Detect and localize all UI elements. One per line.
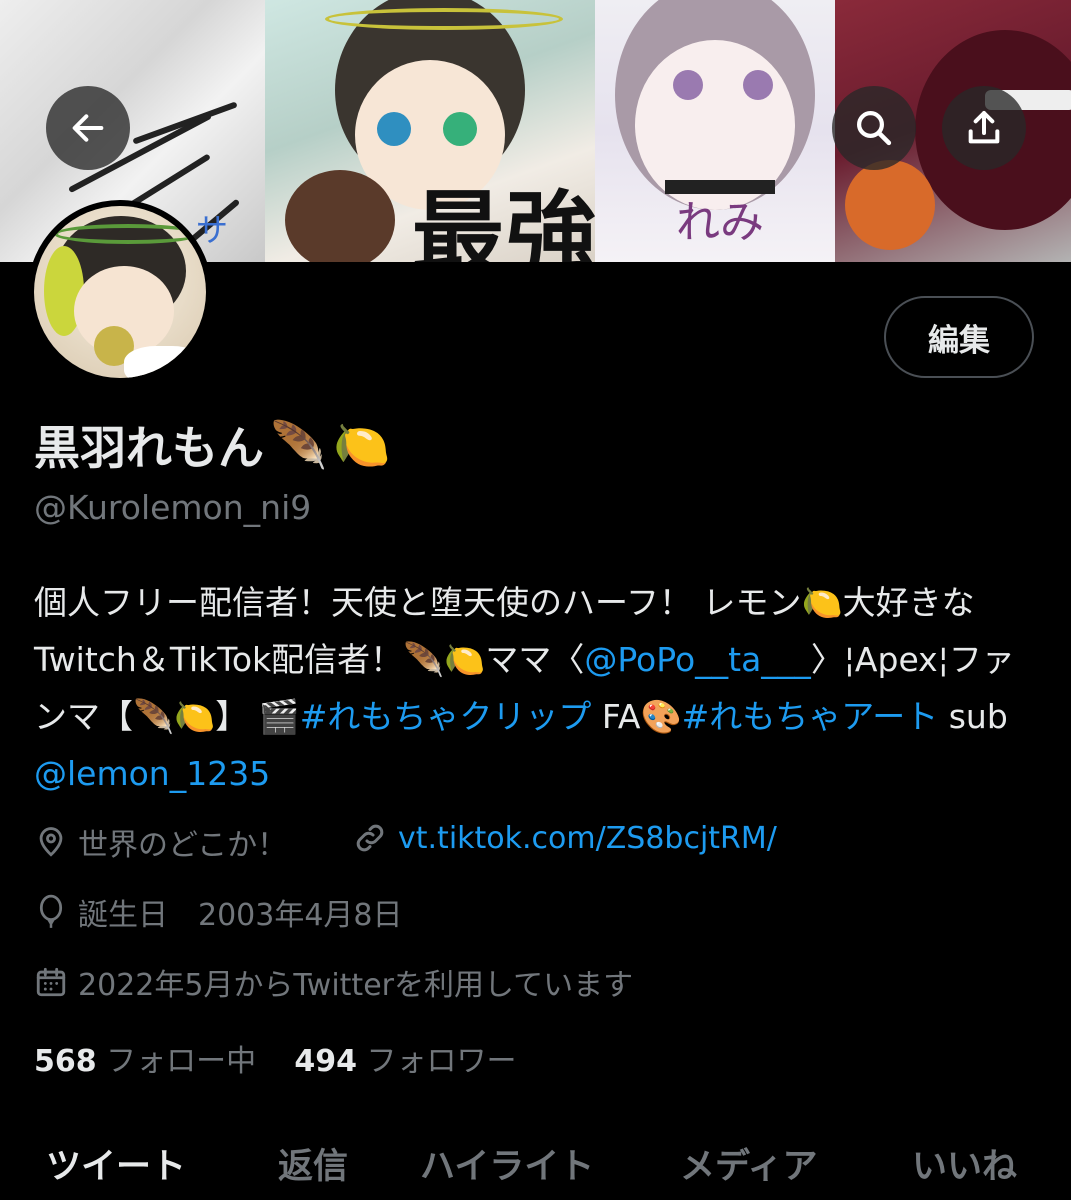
- lemon-emoji: 🍋: [174, 697, 216, 736]
- profile-tabs: ツイート 返信 ハイライト メディア いいね: [0, 1120, 1071, 1200]
- profile-bio: 個人フリー配信者！天使と堕天使のハーフ！ レモン🍋大好きなTwitch＆TikT…: [34, 574, 1044, 802]
- location-pin-icon: [39, 827, 63, 857]
- followers-count: 494: [294, 1044, 357, 1079]
- location-row: 世界のどこか！: [34, 820, 287, 864]
- feather-emoji: 🪶: [403, 640, 445, 679]
- search-icon: [857, 111, 892, 146]
- balloon-icon: [39, 894, 63, 928]
- banner-side-text: サ: [196, 211, 229, 249]
- bio-text: sub: [938, 697, 1008, 736]
- display-name: 黒羽れもん 🪶 🍋: [34, 412, 391, 478]
- birthday-text: 誕生日 2003年4月8日: [78, 898, 403, 933]
- tab-likes[interactable]: いいね: [912, 1138, 1017, 1189]
- avatar-image: [34, 206, 206, 378]
- tab-replies[interactable]: 返信: [278, 1138, 348, 1189]
- website-row[interactable]: vt.tiktok.com/ZS8bcjtRM/: [352, 820, 777, 856]
- bio-mention-link[interactable]: @lemon_1235: [34, 754, 270, 793]
- share-button[interactable]: [942, 86, 1026, 170]
- edit-profile-button[interactable]: 編集: [884, 296, 1034, 378]
- website-link[interactable]: vt.tiktok.com/ZS8bcjtRM/: [398, 821, 777, 856]
- back-button[interactable]: [46, 86, 130, 170]
- link-icon: [356, 824, 384, 852]
- location-text: 世界のどこか！: [78, 828, 288, 863]
- bio-mention-link[interactable]: @PoPo__ta___: [584, 640, 811, 679]
- search-button[interactable]: [832, 86, 916, 170]
- follow-stats: 568 フォロー中 494 フォロワー: [34, 1036, 517, 1080]
- bio-hashtag-link[interactable]: #れもちゃクリップ: [300, 697, 592, 736]
- joined-text: 2022年5月からTwitterを利用しています: [78, 968, 634, 1003]
- birthday-row: 誕生日 2003年4月8日: [34, 890, 403, 934]
- tab-tweets[interactable]: ツイート: [46, 1138, 186, 1189]
- share-icon: [968, 111, 1000, 144]
- bio-text: ママ〈: [485, 640, 585, 679]
- palette-emoji: 🎨: [640, 697, 682, 736]
- following-link[interactable]: 568 フォロー中: [34, 1044, 256, 1079]
- lemon-emoji: 🍋: [444, 640, 486, 679]
- feather-emoji: 🪶: [133, 697, 175, 736]
- display-name-text: 黒羽れもん: [34, 421, 264, 475]
- banner-title: 最強: [412, 180, 601, 262]
- bio-text: FA: [591, 697, 641, 736]
- followers-label: フォロワー: [366, 1044, 517, 1079]
- feather-emoji: 🪶: [270, 417, 328, 472]
- lemon-emoji: 🍋: [333, 417, 391, 472]
- bio-text: 】: [215, 697, 259, 736]
- calendar-icon: [36, 967, 66, 997]
- following-label: フォロー中: [106, 1044, 257, 1079]
- tab-highlights[interactable]: ハイライト: [420, 1138, 594, 1189]
- user-handle: @Kurolemon_ni9: [34, 488, 312, 527]
- banner-subtitle: れみ: [676, 197, 764, 248]
- followers-link[interactable]: 494 フォロワー: [294, 1044, 516, 1079]
- tab-media[interactable]: メディア: [680, 1138, 818, 1189]
- clapperboard-emoji: 🎬: [258, 697, 300, 736]
- bio-text: 個人フリー配信者！天使と堕天使のハーフ！ レモン: [34, 583, 802, 622]
- bio-hashtag-link[interactable]: #れもちゃアート: [682, 697, 939, 736]
- joined-row: 2022年5月からTwitterを利用しています: [34, 960, 633, 1004]
- lemon-emoji: 🍋: [801, 583, 843, 622]
- avatar[interactable]: [28, 200, 212, 384]
- back-arrow-icon: [72, 114, 104, 142]
- following-count: 568: [34, 1044, 97, 1079]
